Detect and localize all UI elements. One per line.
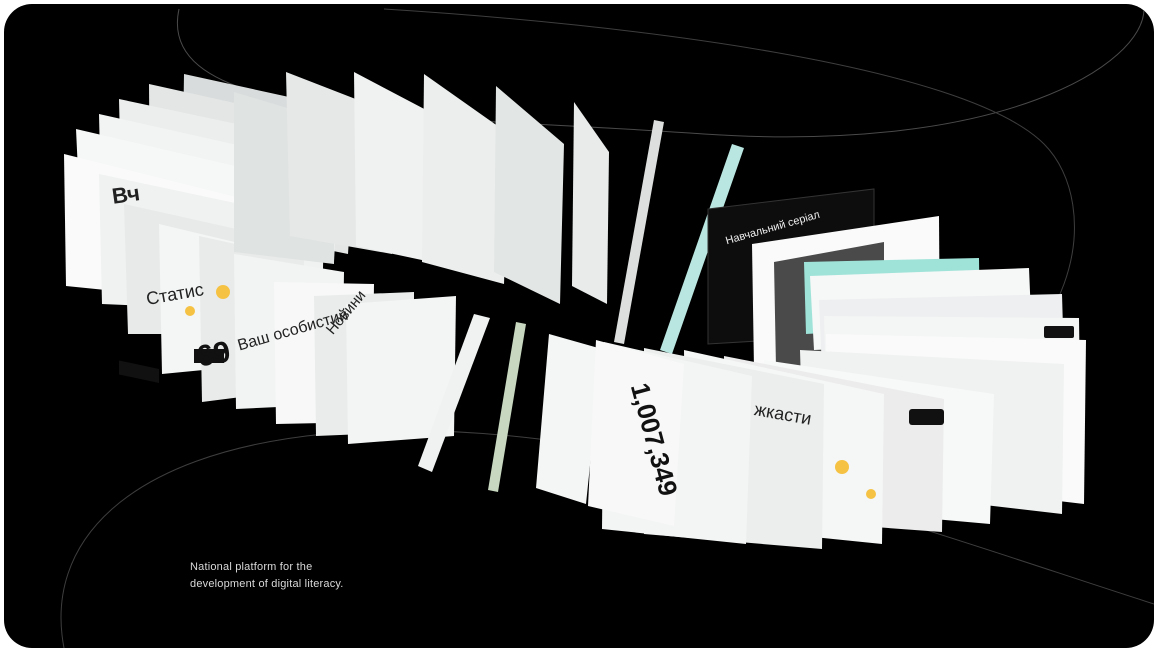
card-text-vch: Вч: [110, 180, 142, 209]
tagline: National platform for the development of…: [190, 559, 344, 593]
left-card-fan: [64, 72, 609, 444]
card-text-69: 69: [194, 335, 233, 374]
hero-visual: National platform for the development of…: [4, 4, 1154, 648]
tagline-line-2: development of digital literacy.: [190, 578, 344, 590]
card-swirl: [60, 8, 1154, 648]
tagline-line-1: National platform for the: [190, 561, 313, 573]
